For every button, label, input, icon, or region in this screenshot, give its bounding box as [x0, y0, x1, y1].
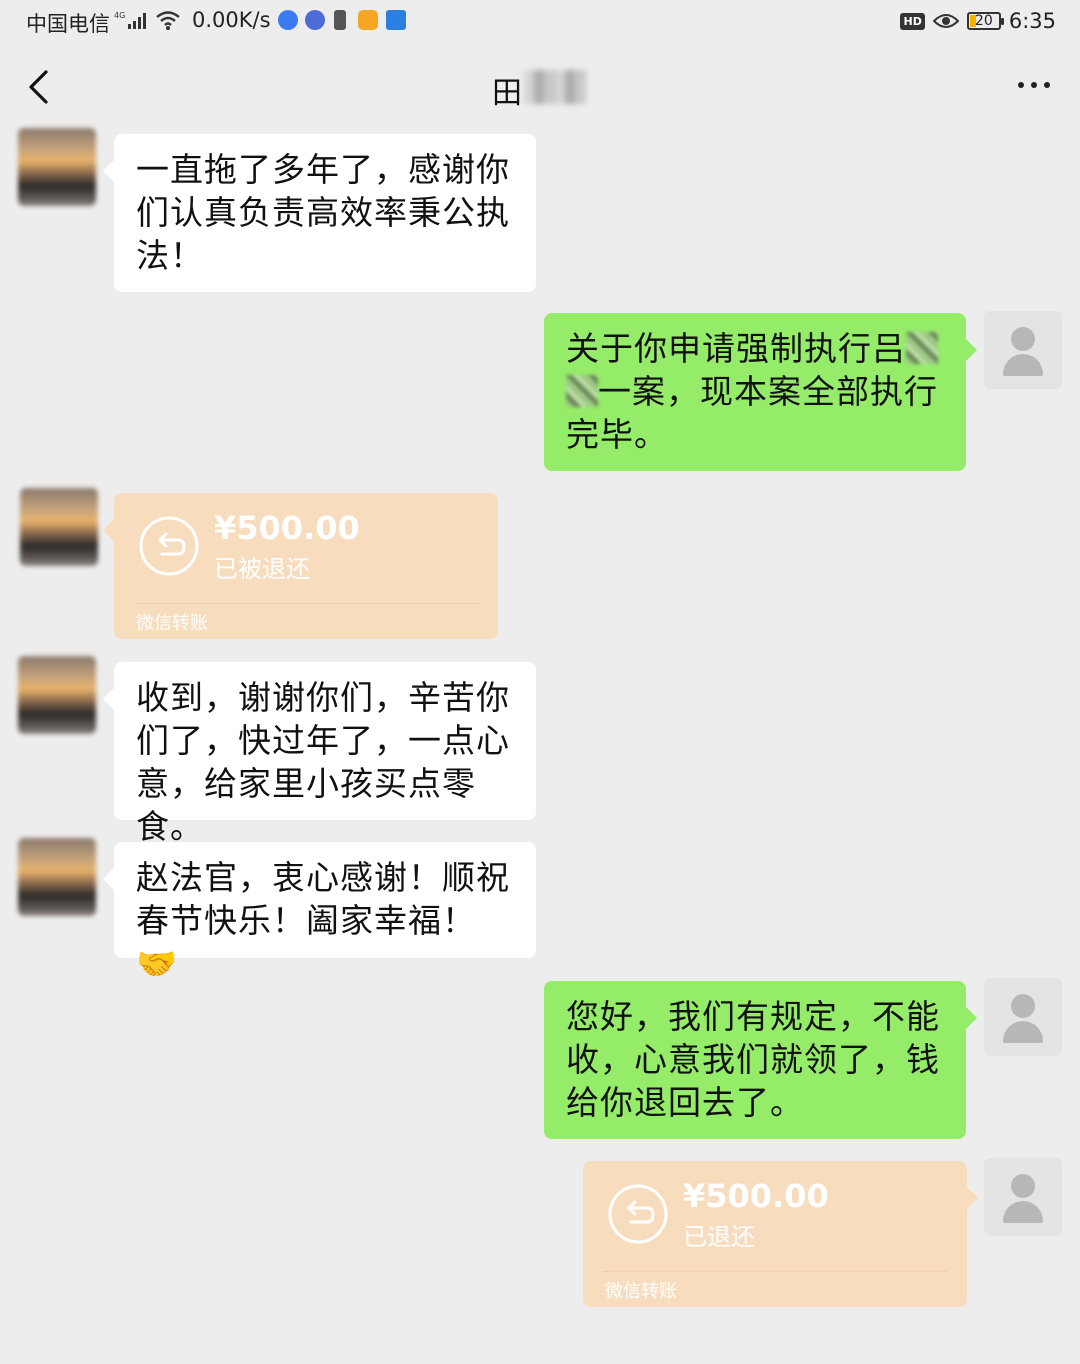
message-bubble-incoming[interactable]: 一直拖了多年了，感谢你们认真负责高效率秉公执法！: [103, 134, 536, 292]
transfer-status: 已退还: [683, 1223, 755, 1251]
hd-icon: HD: [900, 12, 925, 30]
transfer-footer-label: 微信转账: [605, 1281, 677, 1302]
message-text: 赵法官，衷心感谢！顺祝春节快乐！阖家幸福！🤝: [136, 858, 510, 983]
transfer-card-outgoing[interactable]: ¥500.00 已退还 微信转账: [583, 1161, 978, 1307]
contact-name: 田: [492, 76, 522, 111]
message-bubble-incoming[interactable]: 赵法官，衷心感谢！顺祝春节快乐！阖家幸福！🤝: [103, 842, 536, 983]
self-avatar[interactable]: [984, 311, 1062, 389]
contact-avatar[interactable]: [20, 488, 98, 566]
eye-icon: [932, 14, 959, 28]
svg-text:4G: 4G: [114, 11, 125, 20]
message-bubble-outgoing[interactable]: 关于你申请强制执行吕一案，现本案全部执行完毕。: [544, 313, 977, 471]
contact-avatar[interactable]: [18, 656, 96, 734]
divider: [134, 603, 478, 604]
status-bar: 中国电信 4G 0.00K/s HD 20 6:35: [0, 0, 1080, 42]
wifi-icon: [156, 11, 180, 30]
carrier-label: 中国电信: [26, 12, 110, 36]
return-arrow-icon: [139, 516, 199, 576]
transfer-card-incoming[interactable]: ¥500.00 已被退还 微信转账: [103, 493, 498, 639]
browser-app-icon: [278, 10, 298, 30]
battery-icon: 20: [966, 12, 1004, 30]
transfer-amount: ¥500.00: [214, 509, 360, 547]
more-options-icon[interactable]: [1018, 82, 1050, 88]
message-text: 一直拖了多年了，感谢你们认真负责高效率秉公执法！: [136, 150, 510, 275]
music-app-icon: [305, 10, 325, 30]
clock: 6:35: [1008, 9, 1056, 33]
redacted-name-mosaic: [524, 70, 586, 104]
message-bubble-outgoing[interactable]: 您好，我们有规定，不能收，心意我们就领了，钱给你退回去了。: [544, 981, 977, 1139]
message-bubble-incoming[interactable]: 收到，谢谢你们，辛苦你们了，快过年了，一点心意，给家里小孩买点零食。: [103, 662, 536, 846]
shield-app-icon: [358, 10, 378, 30]
transfer-status: 已被退还: [214, 555, 310, 583]
status-bar-right: HD 20 6:35: [900, 8, 1056, 34]
self-avatar[interactable]: [984, 1158, 1062, 1236]
cellular-signal-icon: 4G: [114, 11, 146, 29]
back-arrow-icon[interactable]: [18, 64, 62, 110]
return-arrow-icon: [608, 1184, 668, 1244]
message-text-part-2: 一案，现本案全部执行完毕。: [566, 372, 938, 454]
flag-app-icon: [386, 10, 406, 30]
network-speed: 0.00K/s: [192, 8, 271, 32]
redacted-text-mosaic: [566, 375, 598, 407]
message-text-part-1: 关于你申请强制执行吕: [566, 329, 906, 368]
battery-level: 20: [974, 13, 993, 29]
divider: [603, 1271, 947, 1272]
redacted-text-mosaic: [906, 332, 938, 364]
battery-saver-icon: [334, 10, 346, 30]
message-text: 收到，谢谢你们，辛苦你们了，快过年了，一点心意，给家里小孩买点零食。: [136, 678, 510, 846]
transfer-footer-label: 微信转账: [136, 613, 208, 634]
transfer-amount: ¥500.00: [683, 1177, 829, 1215]
self-avatar[interactable]: [984, 978, 1062, 1056]
contact-avatar[interactable]: [18, 128, 96, 206]
contact-avatar[interactable]: [18, 838, 96, 916]
chat-header: 田: [0, 42, 1080, 132]
message-text: 您好，我们有规定，不能收，心意我们就领了，钱给你退回去了。: [566, 997, 940, 1122]
